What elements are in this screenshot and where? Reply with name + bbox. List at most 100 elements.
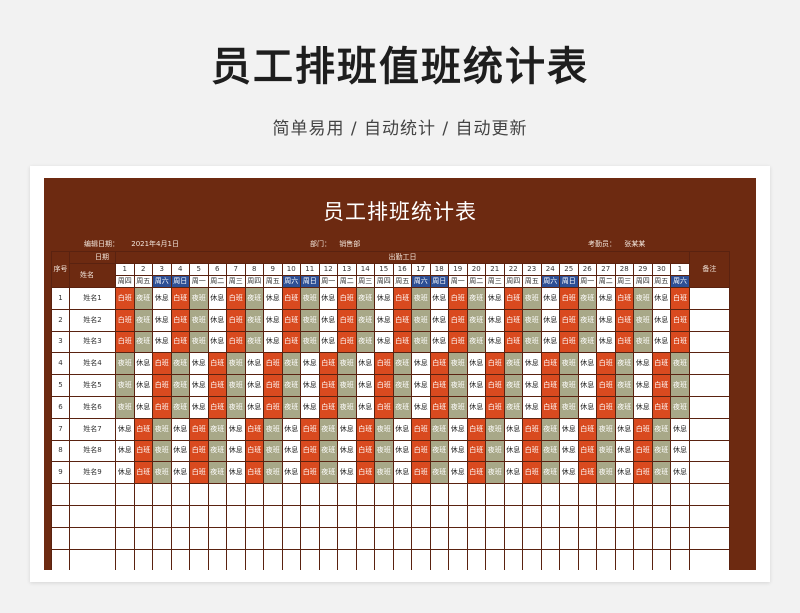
empty-cell — [152, 483, 172, 506]
remark-cell — [688, 308, 730, 332]
empty-cell — [170, 504, 190, 528]
shift-cell: 休息 — [263, 308, 283, 332]
shift-cell: 夜班 — [392, 395, 412, 419]
empty-cell — [355, 504, 375, 528]
shift-cell: 白班 — [540, 374, 560, 397]
shift-cell: 白班 — [318, 374, 338, 397]
empty-cell — [189, 483, 209, 506]
shift-cell: 夜班 — [170, 374, 190, 397]
empty-cell — [540, 504, 560, 528]
shift-cell: 夜班 — [614, 374, 634, 397]
empty-cell — [244, 483, 264, 506]
employee-name: 姓名4 — [69, 352, 116, 376]
day-number: 6 — [207, 263, 227, 276]
empty-cell — [244, 548, 264, 570]
shift-cell: 夜班 — [596, 461, 616, 485]
remark-cell — [688, 417, 730, 441]
shift-cell: 夜班 — [374, 439, 394, 463]
table-row: 6 姓名6 夜班 休息 白班 夜班 休息 白班 夜班 休息 白班 夜班 休息 白班 夜班 休息 白班 夜班 休息 白班… — [51, 395, 730, 419]
shift-cell: 休息 — [318, 330, 338, 354]
empty-cell — [411, 526, 431, 550]
shift-cell: 夜班 — [411, 287, 431, 310]
row-seq: 9 — [51, 461, 70, 485]
empty-cell — [318, 504, 338, 528]
shift-cell: 白班 — [466, 439, 486, 463]
shift-cell: 夜班 — [189, 287, 209, 310]
day-number: 13 — [337, 263, 357, 276]
empty-cell — [300, 526, 320, 550]
shift-cell: 夜班 — [596, 439, 616, 463]
empty-cell — [651, 548, 671, 570]
shift-cell: 休息 — [189, 352, 209, 376]
employee-name: 姓名6 — [69, 395, 116, 419]
shift-cell: 休息 — [392, 417, 412, 441]
empty-cell — [133, 548, 153, 570]
empty-cell — [281, 483, 301, 506]
shift-cell: 夜班 — [355, 287, 375, 310]
shift-cell: 夜班 — [540, 439, 560, 463]
empty-cell — [485, 526, 505, 550]
shift-cell: 白班 — [207, 352, 227, 376]
shift-cell: 白班 — [392, 308, 412, 332]
shift-cell: 白班 — [170, 308, 190, 332]
shift-cell: 白班 — [429, 374, 449, 397]
shift-cell: 白班 — [577, 461, 597, 485]
shift-cell: 白班 — [522, 439, 542, 463]
shift-cell: 夜班 — [614, 352, 634, 376]
empty-cell — [337, 483, 357, 506]
shift-cell: 白班 — [411, 417, 431, 441]
row-seq: 4 — [51, 352, 70, 376]
shift-cell: 夜班 — [522, 287, 542, 310]
empty-cell — [374, 504, 394, 528]
shift-cell: 夜班 — [170, 352, 190, 376]
shift-cell: 休息 — [300, 374, 320, 397]
shift-cell: 白班 — [318, 395, 338, 419]
shift-cell: 休息 — [522, 374, 542, 397]
empty-cell — [374, 483, 394, 506]
shift-cell: 夜班 — [540, 461, 560, 485]
empty-cell — [355, 548, 375, 570]
sheet-title: 员工排班统计表 — [323, 200, 477, 224]
shift-cell: 休息 — [466, 374, 486, 397]
shift-cell: 休息 — [170, 439, 190, 463]
empty-cell — [115, 483, 135, 506]
table-row: 5 姓名5 夜班 休息 白班 夜班 休息 白班 夜班 休息 白班 夜班 休息 白班 夜班 休息 白班 夜班 休息 白班… — [51, 374, 730, 397]
preview-card: 员工排班统计表 编辑日期： 2021年4月1日 部门： 销售部 考勤员： 张某某… — [30, 166, 770, 582]
shift-cell: 夜班 — [152, 417, 172, 441]
shift-cell: 白班 — [651, 395, 671, 419]
empty-cell — [466, 548, 486, 570]
shift-cell: 白班 — [281, 330, 301, 354]
empty-cell — [503, 548, 523, 570]
empty-cell — [596, 504, 616, 528]
shift-cell: 休息 — [577, 352, 597, 376]
empty-cell — [485, 548, 505, 570]
shift-cell: 休息 — [318, 308, 338, 332]
shift-cell: 白班 — [540, 395, 560, 419]
empty-cell — [633, 483, 653, 506]
empty-cell — [318, 483, 338, 506]
empty-cell — [429, 504, 449, 528]
col-header-remark: 备注 — [688, 251, 730, 288]
weekday-label: 周二 — [207, 275, 227, 288]
shift-cell: 白班 — [115, 308, 135, 332]
shift-cell: 休息 — [596, 287, 616, 310]
shift-cell: 白班 — [466, 417, 486, 441]
day-number: 20 — [466, 263, 486, 276]
empty-cell — [670, 548, 690, 570]
shift-cell: 休息 — [614, 439, 634, 463]
shift-cell: 休息 — [244, 374, 264, 397]
empty-cell — [115, 526, 135, 550]
shift-cell: 休息 — [392, 439, 412, 463]
shift-cell: 白班 — [577, 417, 597, 441]
shift-cell: 白班 — [596, 395, 616, 419]
empty-cell — [651, 483, 671, 506]
empty-cell — [244, 504, 264, 528]
shift-cell: 夜班 — [392, 352, 412, 376]
shift-cell: 休息 — [374, 308, 394, 332]
shift-cell: 白班 — [300, 461, 320, 485]
shift-cell: 白班 — [559, 308, 579, 332]
empty-cell — [355, 483, 375, 506]
weekday-label: 周六 — [540, 275, 560, 288]
shift-cell: 休息 — [540, 330, 560, 354]
shift-cell: 夜班 — [115, 395, 135, 419]
